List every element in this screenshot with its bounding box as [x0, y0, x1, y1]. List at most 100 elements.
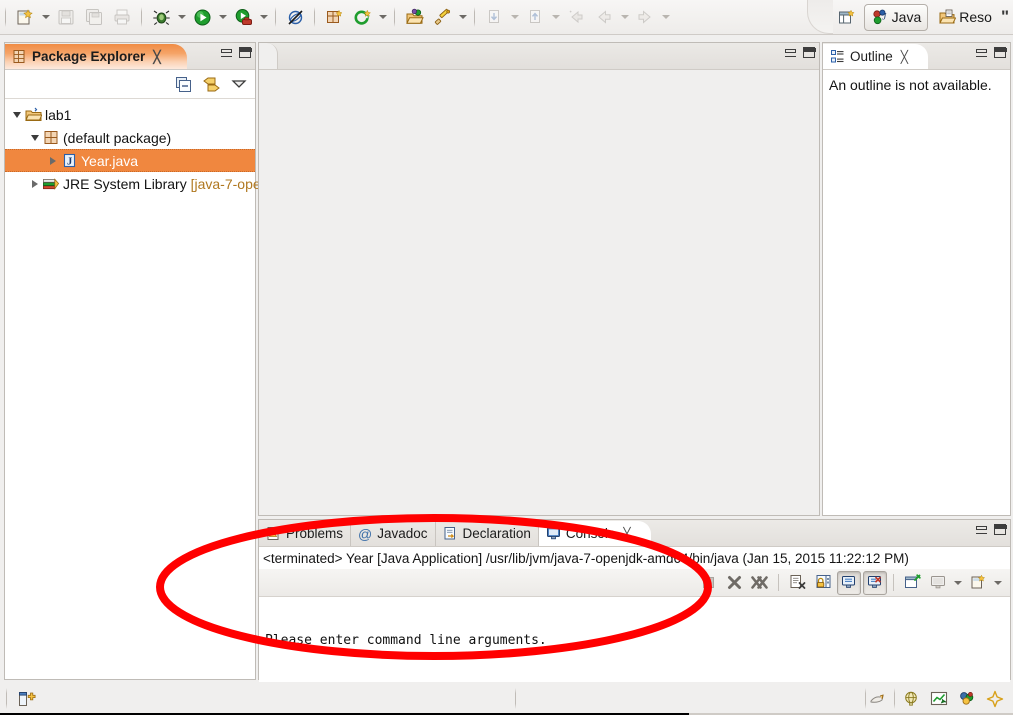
balloons-icon[interactable]: [955, 687, 979, 711]
minimize-button[interactable]: [976, 48, 987, 57]
svg-text:J: J: [67, 156, 72, 167]
tree-item-jre-system-library[interactable]: JRE System Library [java-7-ope: [5, 172, 261, 195]
collapse-all-icon[interactable]: [175, 76, 192, 93]
open-perspective-icon[interactable]: [833, 3, 861, 31]
print-icon[interactable]: [108, 3, 136, 31]
tab-console[interactable]: Console ╳: [538, 521, 651, 546]
search-icon[interactable]: [428, 3, 456, 31]
terminate-button[interactable]: [696, 571, 720, 595]
remove-launch-button[interactable]: [722, 571, 746, 595]
debug-dropdown-arrow[interactable]: [175, 4, 188, 30]
save-all-icon[interactable]: [80, 3, 108, 31]
tab-outline[interactable]: Outline ╳: [823, 44, 929, 69]
toolbar-separator: [5, 7, 6, 27]
console-toolbar-separator: [778, 574, 779, 591]
writable-mode-icon[interactable]: [15, 687, 39, 711]
remove-all-terminated-button[interactable]: [748, 571, 772, 595]
tab-declaration[interactable]: Declaration: [436, 521, 539, 546]
link-with-editor-icon[interactable]: [202, 76, 221, 93]
perspective-resource-label: Reso: [959, 9, 992, 25]
twisty-collapsed-icon[interactable]: [45, 156, 60, 165]
editor-empty-body[interactable]: [259, 70, 819, 515]
tree-item-label: JRE System Library [java-7-ope: [60, 176, 261, 192]
view-menu-icon[interactable]: [231, 78, 247, 90]
minimize-button[interactable]: [976, 525, 987, 534]
heap-status-icon[interactable]: [866, 687, 890, 711]
open-console-button[interactable]: [966, 571, 990, 595]
new-wizard-dropdown-arrow[interactable]: [39, 4, 52, 30]
twisty-expanded-icon[interactable]: [27, 134, 42, 141]
package-explorer-tree[interactable]: lab1 (default package) J Year.java JRE S…: [5, 99, 261, 195]
console-icon: [546, 527, 560, 540]
status-separator: [894, 688, 895, 709]
globe-icon[interactable]: [899, 687, 923, 711]
new-java-class-dropdown-arrow[interactable]: [376, 4, 389, 30]
previous-annotation-icon[interactable]: [521, 3, 549, 31]
maximize-button[interactable]: [994, 524, 1007, 535]
tab-javadoc[interactable]: @ Javadoc: [351, 521, 436, 546]
package-explorer-view-buttons: [221, 47, 252, 58]
debug-icon[interactable]: [147, 3, 175, 31]
last-edit-location-icon[interactable]: [562, 3, 590, 31]
toolbar-separator: [275, 7, 276, 27]
twisty-collapsed-icon[interactable]: [27, 179, 42, 188]
twisty-expanded-icon[interactable]: [9, 111, 24, 118]
run-dropdown-arrow[interactable]: [216, 4, 229, 30]
close-icon[interactable]: ╳: [623, 527, 630, 541]
new-wizard-icon[interactable]: [11, 3, 39, 31]
chart-icon[interactable]: [927, 687, 951, 711]
editor-area[interactable]: [258, 42, 820, 516]
save-icon[interactable]: [52, 3, 80, 31]
display-selected-console-button[interactable]: [926, 571, 950, 595]
maximize-button[interactable]: [803, 47, 816, 58]
close-icon[interactable]: ╳: [901, 50, 908, 64]
back-dropdown-arrow[interactable]: [618, 4, 631, 30]
minimize-button[interactable]: [221, 48, 232, 57]
coverage-icon[interactable]: [281, 3, 309, 31]
open-type-icon[interactable]: [400, 3, 428, 31]
forward-icon[interactable]: [631, 3, 659, 31]
back-icon[interactable]: [590, 3, 618, 31]
open-console-dropdown-arrow[interactable]: [992, 572, 1004, 594]
new-java-class-icon[interactable]: [348, 3, 376, 31]
tab-problems[interactable]: Problems: [259, 521, 352, 546]
tab-label: Problems: [286, 526, 344, 541]
tree-item-year-java[interactable]: J Year.java: [5, 149, 255, 172]
close-icon[interactable]: ╳: [153, 50, 160, 64]
tree-item-project[interactable]: lab1: [5, 103, 255, 126]
scroll-lock-button[interactable]: [811, 571, 835, 595]
display-selected-console-dropdown-arrow[interactable]: [952, 572, 964, 594]
jre-library-icon: [42, 176, 60, 191]
tree-item-suffix: [java-7-ope: [190, 175, 261, 192]
next-annotation-dropdown-arrow[interactable]: [508, 4, 521, 30]
maximize-button[interactable]: [239, 47, 252, 58]
tab-package-explorer[interactable]: Package Explorer ╳: [5, 44, 187, 69]
perspective-overflow-indicator[interactable]: ": [1001, 7, 1011, 27]
tree-item-default-package[interactable]: (default package): [5, 126, 255, 149]
toolbar-separator: [141, 7, 142, 27]
sparkle-icon[interactable]: [983, 687, 1007, 711]
perspective-bar-curve: [806, 0, 833, 34]
outline-icon: [831, 50, 844, 63]
show-console-on-output-button[interactable]: [837, 570, 861, 595]
pin-console-button[interactable]: [900, 571, 924, 595]
package-explorer-tabrow: Package Explorer ╳: [5, 43, 255, 70]
outline-view: Outline ╳ An outline is not available.: [822, 42, 1011, 516]
minimize-button[interactable]: [785, 48, 796, 57]
perspective-resource-button[interactable]: Reso: [931, 4, 999, 31]
search-dropdown-arrow[interactable]: [456, 4, 469, 30]
perspective-java-button[interactable]: J Java: [863, 3, 929, 31]
console-output-line: Please enter command line arguments.: [265, 633, 547, 648]
run-icon[interactable]: [188, 3, 216, 31]
clear-console-button[interactable]: [785, 571, 809, 595]
maximize-button[interactable]: [994, 47, 1007, 58]
new-java-package-icon[interactable]: [320, 3, 348, 31]
external-tools-icon[interactable]: [229, 3, 257, 31]
package-explorer-icon: [13, 50, 25, 63]
console-tabrow: Problems @ Javadoc Declaration Console ╳: [259, 520, 1010, 547]
external-tools-dropdown-arrow[interactable]: [257, 4, 270, 30]
show-console-on-error-button[interactable]: [863, 570, 887, 595]
forward-dropdown-arrow[interactable]: [659, 4, 672, 30]
next-annotation-icon[interactable]: [480, 3, 508, 31]
previous-annotation-dropdown-arrow[interactable]: [549, 4, 562, 30]
